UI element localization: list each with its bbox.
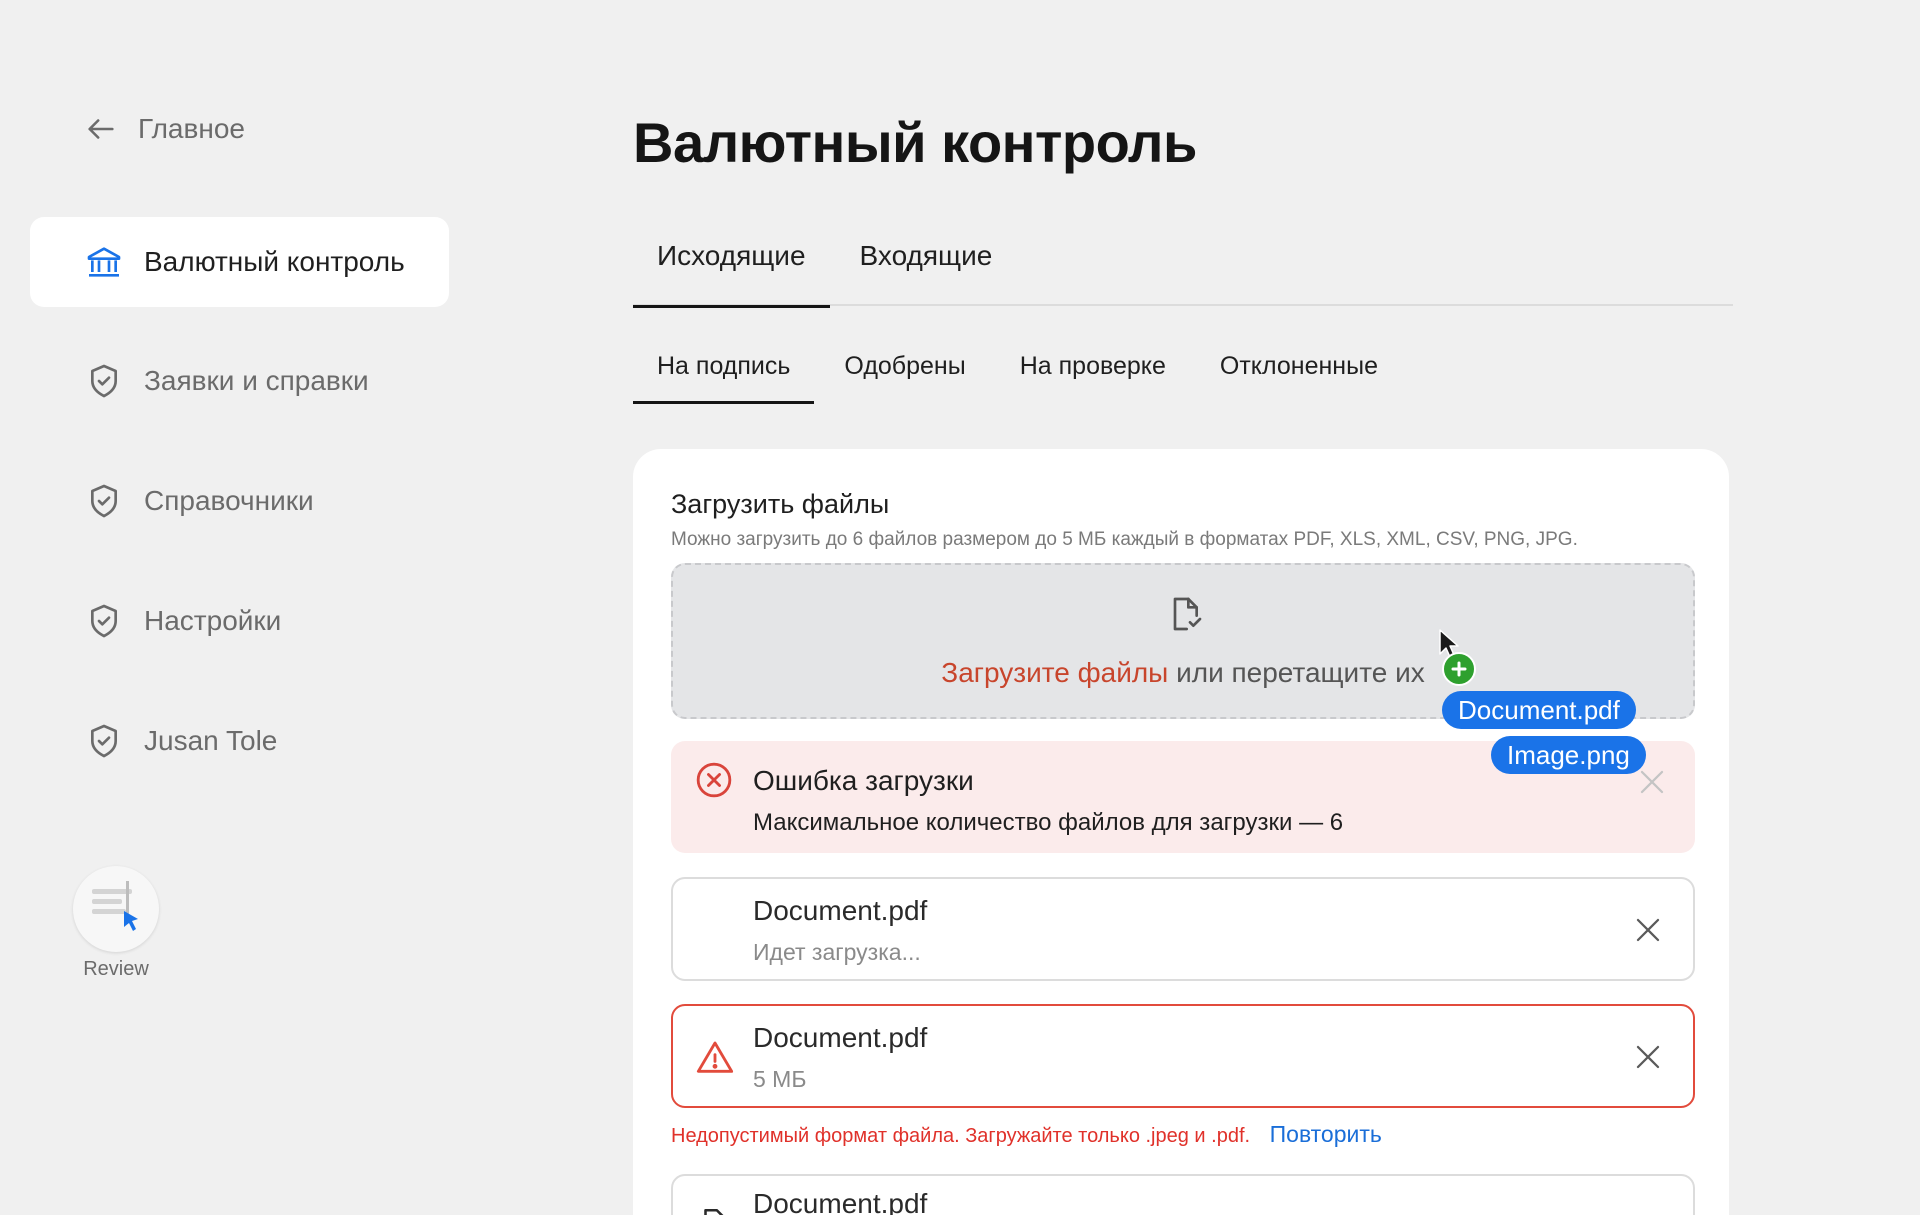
sidebar-item-requests[interactable]: Заявки и справки <box>30 336 449 426</box>
upload-title: Загрузить файлы <box>671 489 890 519</box>
add-badge-icon <box>1442 652 1476 686</box>
sidebar-item-label: Справочники <box>144 485 314 516</box>
error-circle-icon <box>696 762 732 798</box>
close-icon[interactable] <box>1633 1042 1663 1072</box>
secondary-tabs: На подпись Одобрены На проверке Отклонен… <box>633 340 1408 404</box>
primary-tabs: Исходящие Входящие <box>633 222 1733 308</box>
file-name: Document.pdf <box>753 895 928 926</box>
bank-icon <box>87 247 121 277</box>
subtab-to-sign[interactable]: На подпись <box>633 340 815 404</box>
alert-message: Максимальное количество файлов для загру… <box>753 809 1344 836</box>
sidebar-item-label: Заявки и справки <box>144 365 369 396</box>
sidebar-item-settings[interactable]: Настройки <box>30 576 449 666</box>
subtab-approved[interactable]: Одобрены <box>820 340 989 404</box>
file-error-message: Недопустимый формат файла. Загружайте то… <box>671 1121 1382 1148</box>
sidebar-item-label: Настройки <box>144 605 282 636</box>
subtab-in-review[interactable]: На проверке <box>996 340 1190 404</box>
dropzone-text: Загрузите файлы или перетащите их <box>673 657 1693 689</box>
sidebar-item-label: Валютный контроль <box>144 246 405 277</box>
upload-card: Загрузить файлы Можно загрузить до 6 фай… <box>633 449 1729 1215</box>
page: Главное Валютный контроль Заявки и справ… <box>0 0 1920 1215</box>
sidebar-item-directories[interactable]: Справочники <box>30 456 449 546</box>
file-size: 5 МБ <box>753 1066 807 1092</box>
file-name: Document.pdf <box>753 1188 928 1215</box>
drag-chip-document: Document.pdf <box>1442 691 1636 729</box>
tab-incoming[interactable]: Входящие <box>830 222 1017 306</box>
close-icon[interactable] <box>1637 767 1667 797</box>
warning-icon <box>696 1041 734 1073</box>
page-title: Валютный контроль <box>633 111 1197 174</box>
file-error-text: Недопустимый формат файла. Загружайте то… <box>671 1125 1251 1147</box>
review-icon <box>92 881 138 931</box>
subtab-rejected[interactable]: Отклоненные <box>1196 340 1402 404</box>
arrow-left-icon <box>88 119 114 139</box>
tab-outgoing[interactable]: Исходящие <box>633 222 830 308</box>
sidebar-item-jusan-tole[interactable]: Jusan Tole <box>30 696 449 786</box>
retry-link[interactable]: Повторить <box>1270 1121 1382 1147</box>
dropzone-label: или перетащите их <box>1176 657 1425 688</box>
upload-files-link[interactable]: Загрузите файлы <box>941 657 1168 688</box>
alert-title: Ошибка загрузки <box>753 765 974 796</box>
review-button[interactable] <box>73 866 159 952</box>
file-item-error: Document.pdf 5 МБ <box>671 1004 1695 1108</box>
sidebar-item-currency-control[interactable]: Валютный контроль <box>30 217 449 307</box>
document-icon <box>704 1208 724 1215</box>
file-item-uploading: Document.pdf Идет загрузка... <box>671 877 1695 981</box>
close-icon[interactable] <box>1633 915 1663 945</box>
file-item: Document.pdf <box>671 1174 1695 1215</box>
review-label: Review <box>83 958 149 980</box>
upload-hint: Можно загрузить до 6 файлов размером до … <box>671 529 1578 550</box>
file-name: Document.pdf <box>753 1022 928 1053</box>
shield-check-icon <box>91 604 117 638</box>
drag-chip-image: Image.png <box>1491 736 1646 774</box>
shield-check-icon <box>91 724 117 758</box>
back-link-label: Главное <box>138 113 245 144</box>
review-widget[interactable]: Review <box>73 866 159 981</box>
file-status: Идет загрузка... <box>753 939 921 965</box>
shield-check-icon <box>91 364 117 398</box>
back-link[interactable]: Главное <box>84 112 245 146</box>
sidebar-item-label: Jusan Tole <box>144 725 278 756</box>
file-icon <box>1173 597 1202 631</box>
shield-check-icon <box>91 484 117 518</box>
